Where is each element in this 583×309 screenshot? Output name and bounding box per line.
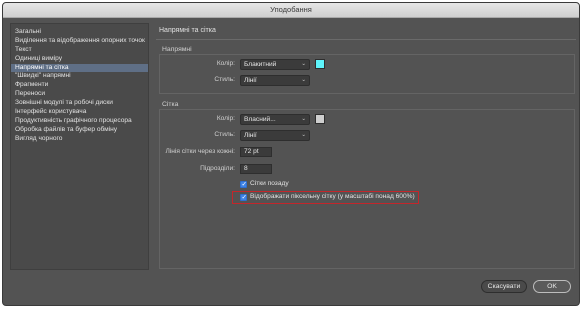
sidebar-item-selection-anchors[interactable]: Виділення та відображення опорних точок [11, 37, 148, 46]
sidebar-item-file-clipboard[interactable]: Обробка файлів та буфер обміну [11, 126, 148, 135]
chevron-down-icon: ⌄ [301, 77, 306, 83]
guides-style-dropdown[interactable]: Лінії ⌄ [240, 75, 310, 86]
sidebar-item-general[interactable]: Загальні [11, 28, 148, 37]
chevron-down-icon: ⌄ [301, 116, 306, 122]
guides-color-label: Колір: [216, 60, 235, 67]
grid-group: Колір: Власний... ⌄ Стиль: Лінії ⌄ Лінія… [159, 109, 575, 269]
chevron-down-icon: ⌄ [301, 61, 306, 67]
title-divider [156, 39, 576, 40]
grid-behind-label: Сітки позаду [250, 180, 289, 187]
grid-style-dropdown[interactable]: Лінії ⌄ [240, 130, 310, 141]
ok-button[interactable]: OK [533, 280, 571, 293]
sidebar-item-black-appearance[interactable]: Вигляд чорного [11, 135, 148, 144]
sidebar: Загальні Виділення та відображення опорн… [10, 23, 149, 270]
guides-style-value: Лінії [244, 77, 257, 84]
sidebar-item-hyphenation[interactable]: Переноси [11, 90, 148, 99]
grid-color-value: Власний... [244, 116, 276, 123]
grid-style-value: Лінії [244, 132, 257, 139]
grid-subdiv-label: Підрозділи: [200, 165, 235, 172]
grid-style-label: Стиль: [214, 131, 235, 138]
grid-heading: Сітка [162, 101, 179, 108]
guides-group: Колір: Блакитний ⌄ Стиль: Лінії ⌄ [159, 54, 575, 94]
chevron-down-icon: ⌄ [301, 132, 306, 138]
grid-color-dropdown[interactable]: Власний... ⌄ [240, 114, 310, 125]
sidebar-item-plugins-scratch[interactable]: Зовнішні модулі та робочі диски [11, 99, 148, 108]
grid-subdiv-field[interactable]: 8 [240, 164, 272, 174]
sidebar-item-gpu-performance[interactable]: Продуктивність графічного процесора [11, 117, 148, 126]
guides-style-label: Стиль: [214, 76, 235, 83]
sidebar-item-user-interface[interactable]: Інтерфейс користувача [11, 108, 148, 117]
cancel-button[interactable]: Скасувати [481, 280, 527, 293]
pixel-grid-checkbox[interactable] [240, 193, 247, 201]
main-panel: Напрямні та сітка Напрямні Колір: Блакит… [156, 23, 576, 273]
guides-color-swatch[interactable] [315, 59, 325, 69]
preferences-window: Уподобання Загальні Виділення та відобра… [2, 2, 580, 306]
grid-every-field[interactable]: 72 pt [240, 147, 272, 157]
sidebar-item-type[interactable]: Текст [11, 46, 148, 55]
grid-color-swatch[interactable] [315, 114, 325, 124]
window-title: Уподобання [3, 3, 579, 18]
sidebar-item-slices[interactable]: Фрагменти [11, 81, 148, 90]
guides-heading: Напрямні [162, 46, 192, 53]
grid-every-label: Лінія сітки через кожні: [165, 148, 235, 155]
pixel-grid-label: Відображати піксельну сітку (у масштабі … [250, 193, 415, 200]
guides-color-value: Блакитний [244, 61, 277, 68]
grid-behind-checkbox[interactable] [240, 180, 247, 188]
sidebar-item-units[interactable]: Одиниці виміру [11, 55, 148, 64]
guides-color-dropdown[interactable]: Блакитний ⌄ [240, 59, 310, 70]
page-title: Напрямні та сітка [159, 27, 216, 34]
grid-color-label: Колір: [216, 115, 235, 122]
sidebar-item-smart-guides[interactable]: "Швидкі" напрямні [11, 72, 148, 81]
